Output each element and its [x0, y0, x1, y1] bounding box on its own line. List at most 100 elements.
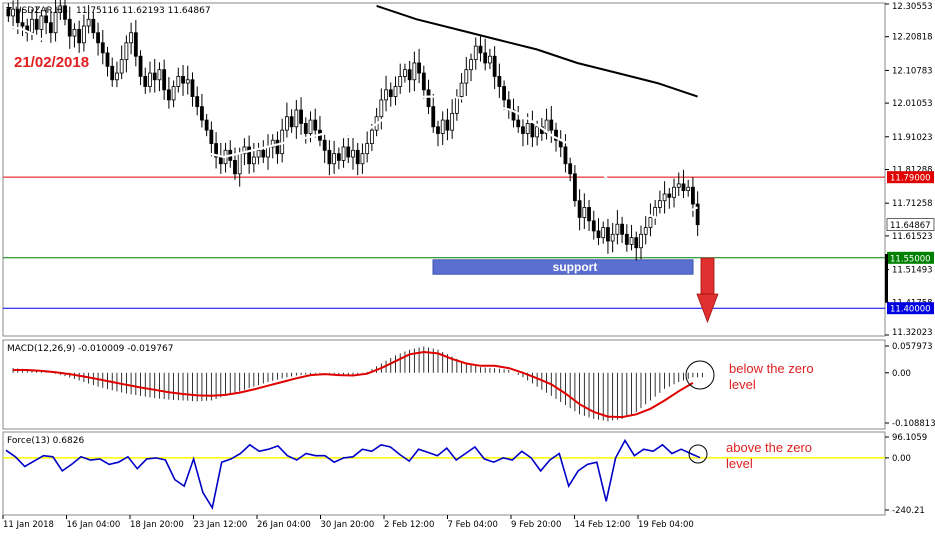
- candle-body: [577, 200, 582, 218]
- candle-body: [39, 15, 44, 30]
- candle-body: [587, 207, 591, 222]
- candle-body: [313, 119, 318, 131]
- candle-body: [469, 59, 473, 71]
- candle-body: [473, 45, 478, 61]
- candle-body: [596, 230, 601, 239]
- price-tick-label: 12.20818: [892, 33, 933, 43]
- price-tick-label: 12.01053: [892, 99, 933, 109]
- force-title: Force(13) 0.6826: [7, 436, 84, 446]
- macd-annotation-line1: below the zero: [729, 361, 814, 376]
- candle-body: [143, 76, 148, 87]
- candle-body: [521, 126, 525, 134]
- force-tick-label: 0.00: [892, 454, 911, 464]
- candle-body: [275, 139, 280, 155]
- candle-body: [653, 207, 658, 218]
- candle-body: [572, 173, 577, 202]
- candle-body: [327, 149, 332, 165]
- time-tick-label: 16 Jan 04:00: [67, 520, 121, 530]
- candle-body: [417, 62, 421, 74]
- candle-body: [299, 109, 303, 124]
- candle-body: [351, 149, 355, 158]
- candle-body: [247, 146, 252, 165]
- candle-body: [657, 200, 662, 208]
- time-tick-label: 14 Feb 12:00: [575, 520, 631, 530]
- candle-body: [421, 72, 426, 91]
- date-annotation: 21/02/2018: [14, 54, 89, 71]
- candle-body: [549, 119, 554, 131]
- candle-body: [629, 237, 634, 245]
- candle-body: [634, 237, 639, 249]
- candle-body: [691, 186, 695, 205]
- candle-body: [582, 207, 587, 218]
- candle-body: [100, 42, 105, 54]
- price-tick-label: 11.32023: [892, 328, 933, 338]
- candle-body: [237, 153, 242, 175]
- force-tick-label: -240.21: [892, 506, 925, 516]
- price-tick-label: 11.71258: [892, 199, 933, 209]
- candle-body: [393, 86, 398, 97]
- candle-body: [365, 143, 370, 155]
- support-label: support: [553, 260, 598, 274]
- candle-body: [209, 129, 214, 144]
- time-tick-label: 19 Feb 04:00: [638, 520, 694, 530]
- candle-body: [516, 119, 521, 128]
- candle-body: [615, 223, 620, 235]
- candle-body: [436, 126, 440, 134]
- candle-body: [204, 119, 209, 131]
- candle-body: [412, 62, 417, 81]
- price-tick-label: 12.30553: [892, 2, 933, 12]
- candle-body: [303, 123, 308, 134]
- candle-body: [686, 186, 691, 192]
- candle-body: [190, 79, 195, 97]
- candle-body: [341, 146, 346, 161]
- time-tick-label: 23 Jan 12:00: [194, 520, 248, 530]
- macd-tick-label: 0.00: [892, 369, 911, 379]
- candle-body: [488, 55, 492, 64]
- chart-canvas: support 12.30553 12.20818 12.10783 12.01053…: [0, 0, 935, 536]
- candle-body: [185, 79, 190, 84]
- candle-body: [44, 15, 49, 24]
- candle-body: [251, 156, 256, 165]
- candle-body: [492, 55, 497, 77]
- time-tick-label: 7 Feb 04:00: [448, 520, 498, 530]
- candle-body: [133, 32, 138, 57]
- force-tick-label: 96.1059: [892, 433, 927, 443]
- force-annotation-line1: above the zero: [726, 440, 812, 455]
- candle-body: [606, 227, 610, 242]
- candle-body: [138, 55, 143, 77]
- candle-body: [166, 89, 171, 101]
- axis-marker: [885, 254, 888, 302]
- price-label-text: 11.64867: [890, 221, 931, 231]
- macd-tick-label: 0.057973: [892, 342, 933, 352]
- ohlc-readout: 11.75116 11.62193 11.64867: [76, 6, 211, 16]
- candle-body: [91, 18, 96, 34]
- candle-body: [332, 153, 337, 165]
- price-label-text: 11.40000: [890, 305, 931, 315]
- candle-body: [289, 116, 294, 128]
- candle-body: [403, 69, 407, 77]
- force-annotation-line2: level: [726, 456, 753, 471]
- candle-body: [355, 149, 360, 165]
- candle-body: [266, 146, 270, 158]
- candle-body: [454, 96, 459, 114]
- candle-body: [308, 119, 313, 134]
- candle-body: [280, 129, 285, 155]
- candle-body: [110, 65, 115, 81]
- macd-annotation-line2: level: [729, 377, 756, 392]
- candle-body: [478, 45, 483, 54]
- candle-body: [464, 69, 469, 84]
- candle-body: [34, 18, 39, 30]
- candle-body: [676, 183, 681, 188]
- candle-body: [639, 233, 643, 249]
- candle-body: [115, 72, 119, 81]
- candle-body: [81, 25, 86, 44]
- candle-body: [624, 233, 629, 245]
- candle-body: [256, 149, 261, 158]
- symbol-title: USDZAR,H4: [15, 6, 68, 16]
- candle-body: [77, 28, 82, 44]
- candle-body: [379, 99, 384, 118]
- candle-body: [431, 106, 436, 128]
- candle-body: [591, 220, 596, 232]
- candle-body: [162, 69, 167, 91]
- candle-body: [407, 69, 412, 81]
